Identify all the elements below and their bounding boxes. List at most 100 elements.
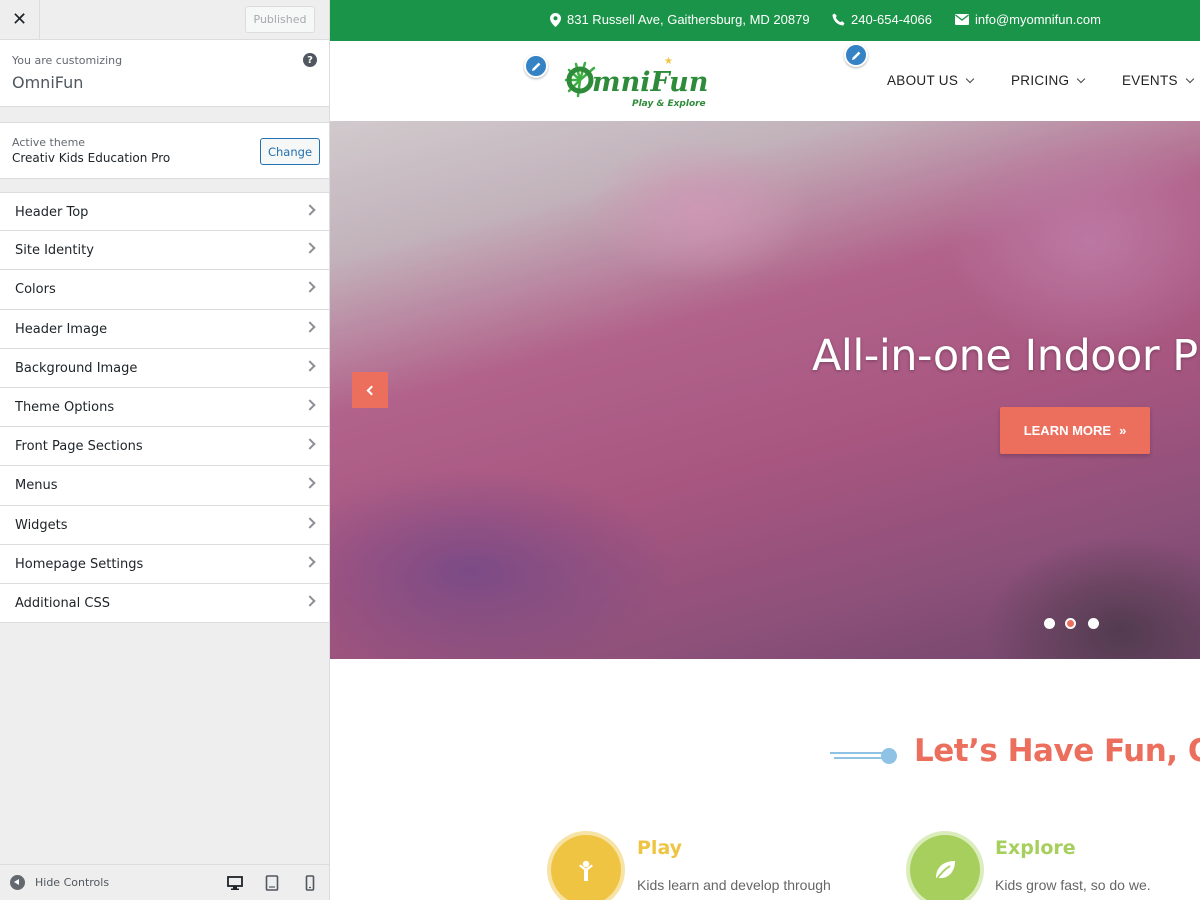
nav-label: PRICING [1011, 73, 1070, 88]
hide-controls-button[interactable]: Hide Controls [10, 875, 109, 890]
chevron-right-icon [304, 360, 316, 372]
section-label: Header Image [15, 321, 108, 337]
child-icon [551, 835, 621, 900]
section-front-page-sections[interactable]: Front Page Sections [0, 427, 329, 467]
chevron-right-icon [304, 242, 316, 254]
chevron-left-icon [366, 385, 377, 395]
double-chevron-right-icon: » [1119, 423, 1127, 438]
header-top-bar: 831 Russell Ave, Gaithersburg, MD 20879 … [330, 0, 1200, 41]
map-marker-icon [550, 12, 561, 27]
chevron-down-icon [1077, 74, 1086, 83]
sidebar-header: ✕ Published [0, 0, 329, 40]
sidebar-footer: Hide Controls [0, 864, 329, 900]
section-label: Homepage Settings [15, 556, 144, 572]
slider-prev-button[interactable] [352, 372, 388, 408]
address-info: 831 Russell Ave, Gaithersburg, MD 20879 [550, 12, 810, 27]
hero-title: All-in-one Indoor Play [812, 331, 1200, 381]
change-theme-button[interactable]: Change [260, 138, 320, 165]
section-label: Site Identity [15, 243, 94, 259]
chevron-right-icon [304, 438, 316, 450]
logo-tagline: Play & Explore [632, 99, 706, 109]
welcome-heading: Let’s Have Fun, OmniFun [914, 733, 1200, 769]
edit-logo-pencil-icon[interactable] [524, 54, 548, 78]
section-label: Widgets [15, 517, 68, 533]
nav-pricing[interactable]: PRICING [1011, 73, 1086, 88]
section-label: Front Page Sections [15, 439, 143, 455]
section-background-image[interactable]: Background Image [0, 348, 329, 388]
section-widgets[interactable]: Widgets [0, 505, 329, 545]
section-theme-options[interactable]: Theme Options [0, 387, 329, 428]
feature-explore-text: Kids grow fast, so do we. [995, 877, 1151, 893]
section-homepage-settings[interactable]: Homepage Settings [0, 544, 329, 584]
phone-info[interactable]: 240-654-4066 [832, 12, 932, 27]
chevron-right-icon [304, 320, 316, 333]
slider-dot-1[interactable] [1044, 618, 1055, 629]
customizing-label: You are customizing [12, 54, 123, 67]
email-text: info@myomnifun.com [975, 12, 1101, 27]
close-icon[interactable]: ✕ [0, 0, 40, 39]
section-additional-css[interactable]: Additional CSS [0, 583, 329, 624]
section-label: Header Top [15, 205, 89, 220]
section-label: Additional CSS [15, 595, 110, 611]
active-theme-name: Creativ Kids Education Pro [12, 151, 171, 165]
nav-label: ABOUT US [887, 73, 959, 88]
main-navigation: mniFun ★ Play & Explore ABOUT US PRICING… [330, 41, 1200, 121]
hide-controls-label: Hide Controls [35, 876, 110, 889]
nav-label: EVENTS [1122, 73, 1178, 88]
chevron-down-icon [965, 74, 975, 83]
customizer-sidebar: ✕ Published You are customizing OmniFun … [0, 0, 330, 900]
tablet-icon[interactable] [264, 875, 280, 891]
nav-events[interactable]: EVENTS [1122, 73, 1195, 88]
section-header-top[interactable]: Header Top [0, 192, 329, 232]
title-decoration-icon [830, 748, 897, 764]
logo-wordmark: mniFun [592, 67, 708, 98]
omnifun-logo[interactable]: mniFun ★ Play & Explore [552, 50, 717, 112]
edit-menu-pencil-icon[interactable] [844, 43, 868, 67]
published-button: Published [245, 6, 315, 33]
chevron-down-icon [1185, 74, 1195, 83]
learn-more-label: LEARN MORE [1023, 423, 1112, 438]
slider-dot-3[interactable] [1088, 618, 1099, 629]
phone-text: 240-654-4066 [851, 12, 932, 27]
section-colors[interactable]: Colors [0, 270, 329, 310]
site-title: OmniFun [12, 73, 84, 92]
leaf-icon [910, 835, 980, 900]
customizing-info: You are customizing OmniFun ? [0, 40, 329, 107]
section-label: Background Image [15, 360, 138, 376]
chevron-right-icon [304, 281, 316, 294]
active-theme-label: Active theme [12, 136, 86, 149]
mobile-icon[interactable] [302, 875, 318, 891]
hero-slider: All-in-one Indoor Play LEARN MORE » [330, 121, 1200, 659]
section-site-identity[interactable]: Site Identity [0, 231, 329, 271]
feature-play-title: Play [637, 837, 683, 859]
active-theme-panel: Active theme Creativ Kids Education Pro … [0, 122, 329, 179]
nav-about-us[interactable]: ABOUT US [887, 73, 975, 88]
customizer-screen: ✕ Published You are customizing OmniFun … [0, 0, 1200, 900]
collapse-icon [10, 875, 25, 890]
help-icon[interactable]: ? [303, 53, 317, 67]
section-header-image[interactable]: Header Image [0, 309, 329, 349]
site-preview: 831 Russell Ave, Gaithersburg, MD 20879 … [330, 0, 1200, 900]
chevron-right-icon [304, 595, 316, 607]
chevron-right-icon [304, 556, 316, 568]
section-menus[interactable]: Menus [0, 466, 329, 506]
desktop-icon[interactable] [227, 875, 243, 891]
chevron-right-icon [304, 399, 316, 411]
section-label: Menus [15, 478, 58, 494]
section-label: Colors [15, 282, 56, 298]
phone-icon [832, 13, 845, 26]
customizer-sections: Header Top Site Identity Colors Header I… [0, 192, 329, 624]
hero-background-photo [330, 121, 1200, 659]
slider-dot-2[interactable] [1065, 618, 1076, 629]
envelope-icon [955, 14, 969, 25]
address-text: 831 Russell Ave, Gaithersburg, MD 20879 [567, 12, 810, 27]
chevron-right-icon [304, 516, 316, 529]
svg-text:★: ★ [664, 56, 673, 67]
feature-play-text: Kids learn and develop through [637, 877, 831, 893]
chevron-right-icon [304, 204, 316, 216]
feature-explore-title: Explore [995, 837, 1076, 859]
learn-more-button[interactable]: LEARN MORE » [1000, 407, 1150, 454]
section-label: Theme Options [15, 399, 115, 415]
email-info[interactable]: info@myomnifun.com [955, 12, 1101, 27]
chevron-right-icon [304, 477, 316, 489]
